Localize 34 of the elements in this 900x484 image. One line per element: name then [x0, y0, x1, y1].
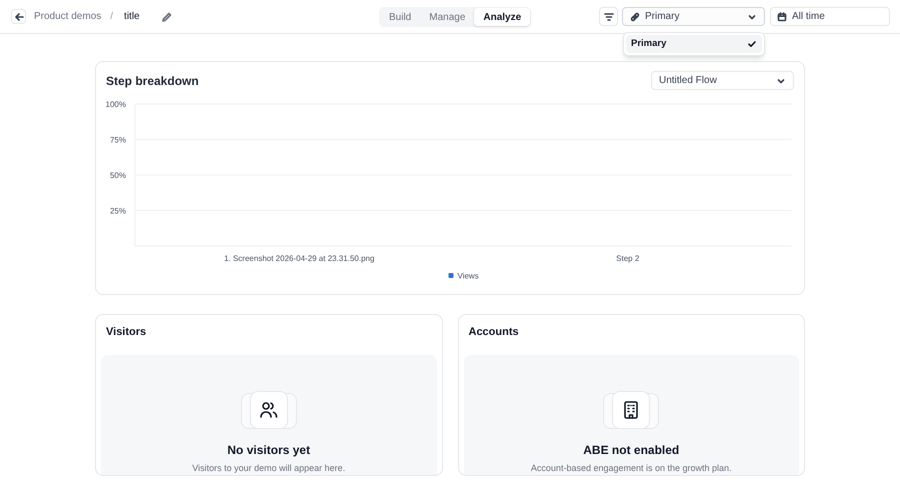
- back-button[interactable]: [11, 9, 26, 24]
- tab[interactable]: Analyze: [474, 8, 530, 26]
- legend-label: Views: [458, 272, 479, 280]
- card-title: Step breakdown: [106, 72, 199, 90]
- filter-icon: [604, 12, 614, 22]
- pencil-icon: [162, 12, 172, 22]
- empty-state-text: Visitors to your demo will appear here.: [192, 462, 346, 475]
- tab[interactable]: Manage: [420, 8, 474, 26]
- breadcrumb-separator: /: [110, 10, 114, 24]
- menu-option[interactable]: Primary: [626, 35, 762, 53]
- checkmark-icon: [747, 39, 757, 49]
- empty-state-text: Account-based engagement is on the growth plan.: [530, 462, 732, 475]
- tab[interactable]: Build: [380, 8, 420, 26]
- link-icon: [630, 12, 640, 22]
- filter-button[interactable]: [599, 7, 618, 26]
- y-axis-label: 25%: [110, 206, 126, 216]
- y-axis-label: 50%: [110, 171, 126, 180]
- y-axis-label: 75%: [110, 136, 126, 144]
- y-axis-label: 100%: [106, 100, 126, 109]
- calendar-icon: [777, 12, 787, 22]
- link-select[interactable]: Primary: [622, 7, 765, 26]
- breadcrumb-link[interactable]: Product demos: [34, 9, 102, 24]
- date-range-select[interactable]: All time: [770, 7, 890, 26]
- x-axis-label: Step 2: [616, 254, 640, 263]
- empty-state-title: No visitors yet: [227, 442, 310, 458]
- x-axis-label: 1. Screenshot 2026-04-29 at 23.31.50.png: [224, 254, 374, 263]
- back-arrow-icon: [14, 12, 24, 22]
- card-title: Accounts: [468, 325, 520, 340]
- flow-select[interactable]: Untitled Flow: [651, 71, 794, 90]
- demo-title: title: [124, 10, 140, 24]
- edit-title-button[interactable]: [162, 12, 172, 22]
- people-icon: [258, 400, 279, 420]
- empty-state-title: ABE not enabled: [583, 442, 680, 458]
- card-title: Visitors: [106, 325, 148, 340]
